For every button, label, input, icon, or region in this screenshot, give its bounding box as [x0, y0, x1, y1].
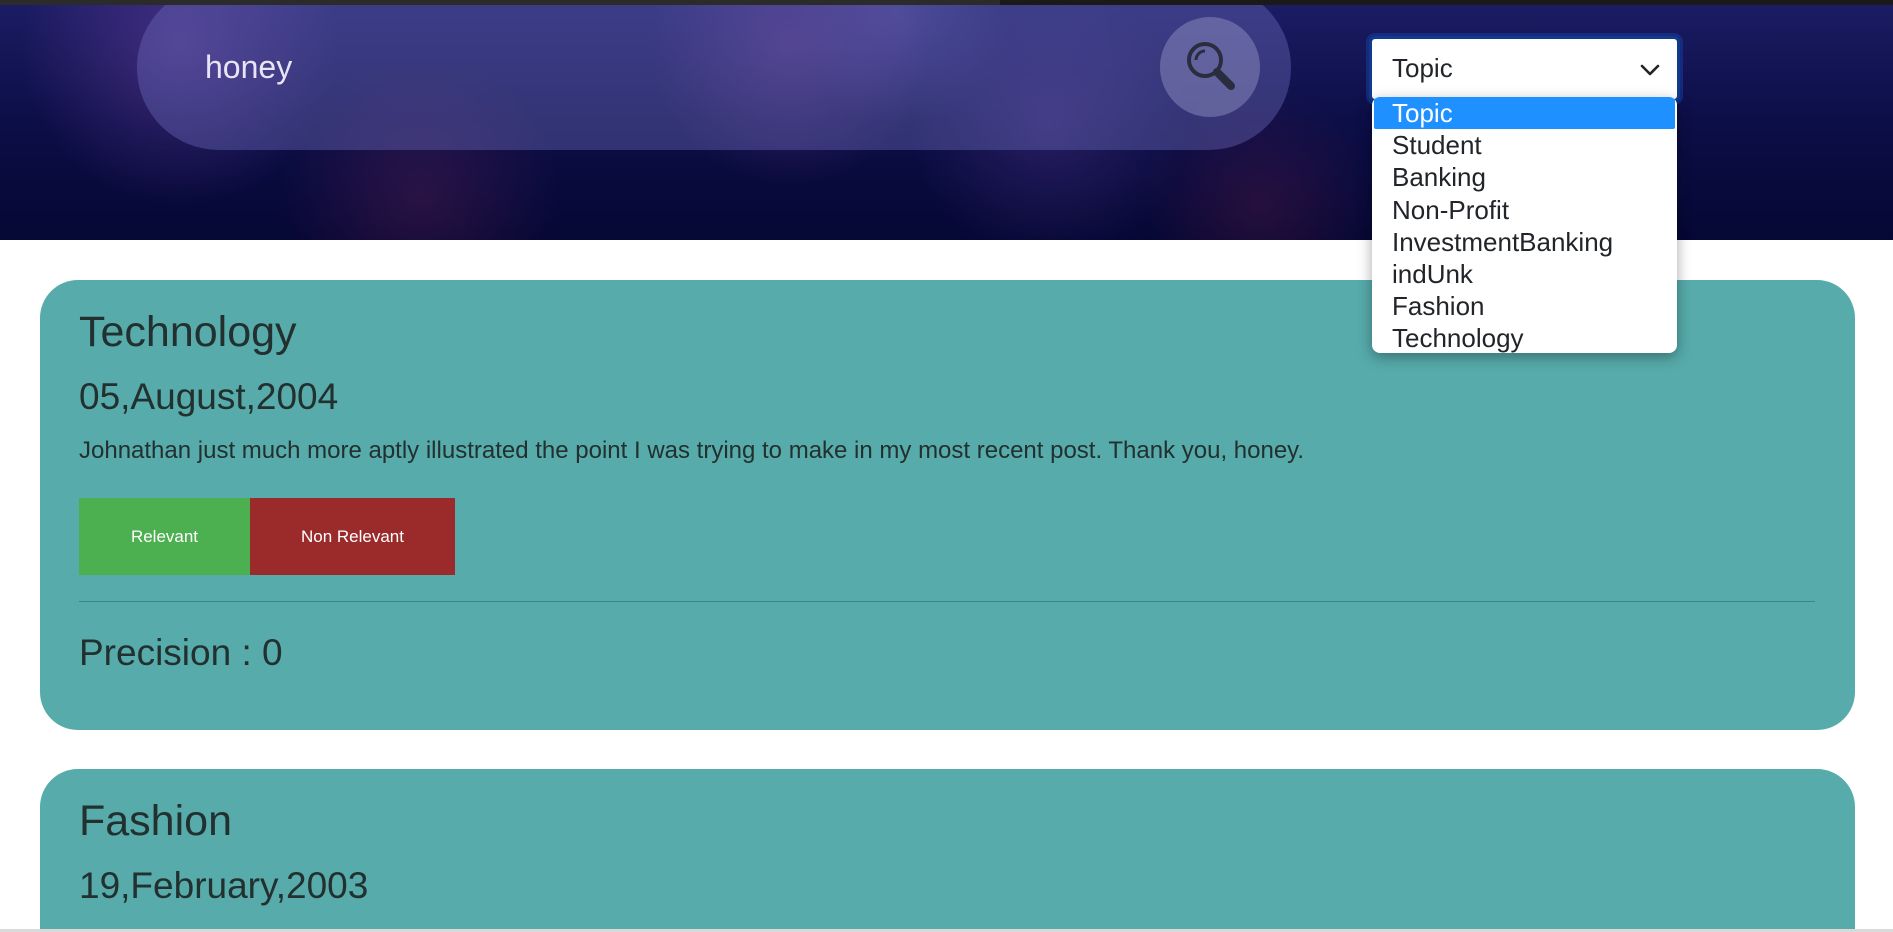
search-input[interactable]	[203, 33, 1057, 101]
topic-dropdown-list: Topic Student Banking Non-Profit Investm…	[1372, 97, 1677, 353]
topic-option-investmentbanking[interactable]: InvestmentBanking	[1372, 226, 1677, 258]
result-date: 05,August,2004	[79, 376, 339, 417]
topic-select[interactable]: Topic	[1369, 36, 1680, 102]
search-icon	[1183, 38, 1237, 97]
relevant-button[interactable]: Relevant	[79, 498, 250, 575]
chevron-down-icon	[1639, 59, 1661, 86]
result-topic: Fashion	[79, 797, 232, 845]
result-text: Johnathan just much more aptly illustrat…	[79, 437, 1305, 464]
topic-select-value: Topic	[1392, 53, 1453, 83]
precision-label: Precision : 0	[79, 632, 283, 673]
topic-option-non-profit[interactable]: Non-Profit	[1372, 194, 1677, 226]
topic-option-technology[interactable]: Technology	[1372, 322, 1677, 353]
result-topic: Technology	[79, 308, 297, 356]
topic-option-indunk[interactable]: indUnk	[1372, 258, 1677, 290]
search-bar	[137, 5, 1291, 150]
topic-option-banking[interactable]: Banking	[1372, 161, 1677, 193]
result-card: Fashion 19,February,2003	[40, 769, 1855, 929]
divider	[79, 601, 1815, 602]
non-relevant-button[interactable]: Non Relevant	[250, 498, 455, 575]
topic-option-student[interactable]: Student	[1372, 129, 1677, 161]
search-button[interactable]	[1160, 17, 1260, 117]
result-date: 19,February,2003	[79, 865, 369, 906]
topic-option-topic[interactable]: Topic	[1374, 97, 1675, 130]
topic-option-fashion[interactable]: Fashion	[1372, 290, 1677, 322]
